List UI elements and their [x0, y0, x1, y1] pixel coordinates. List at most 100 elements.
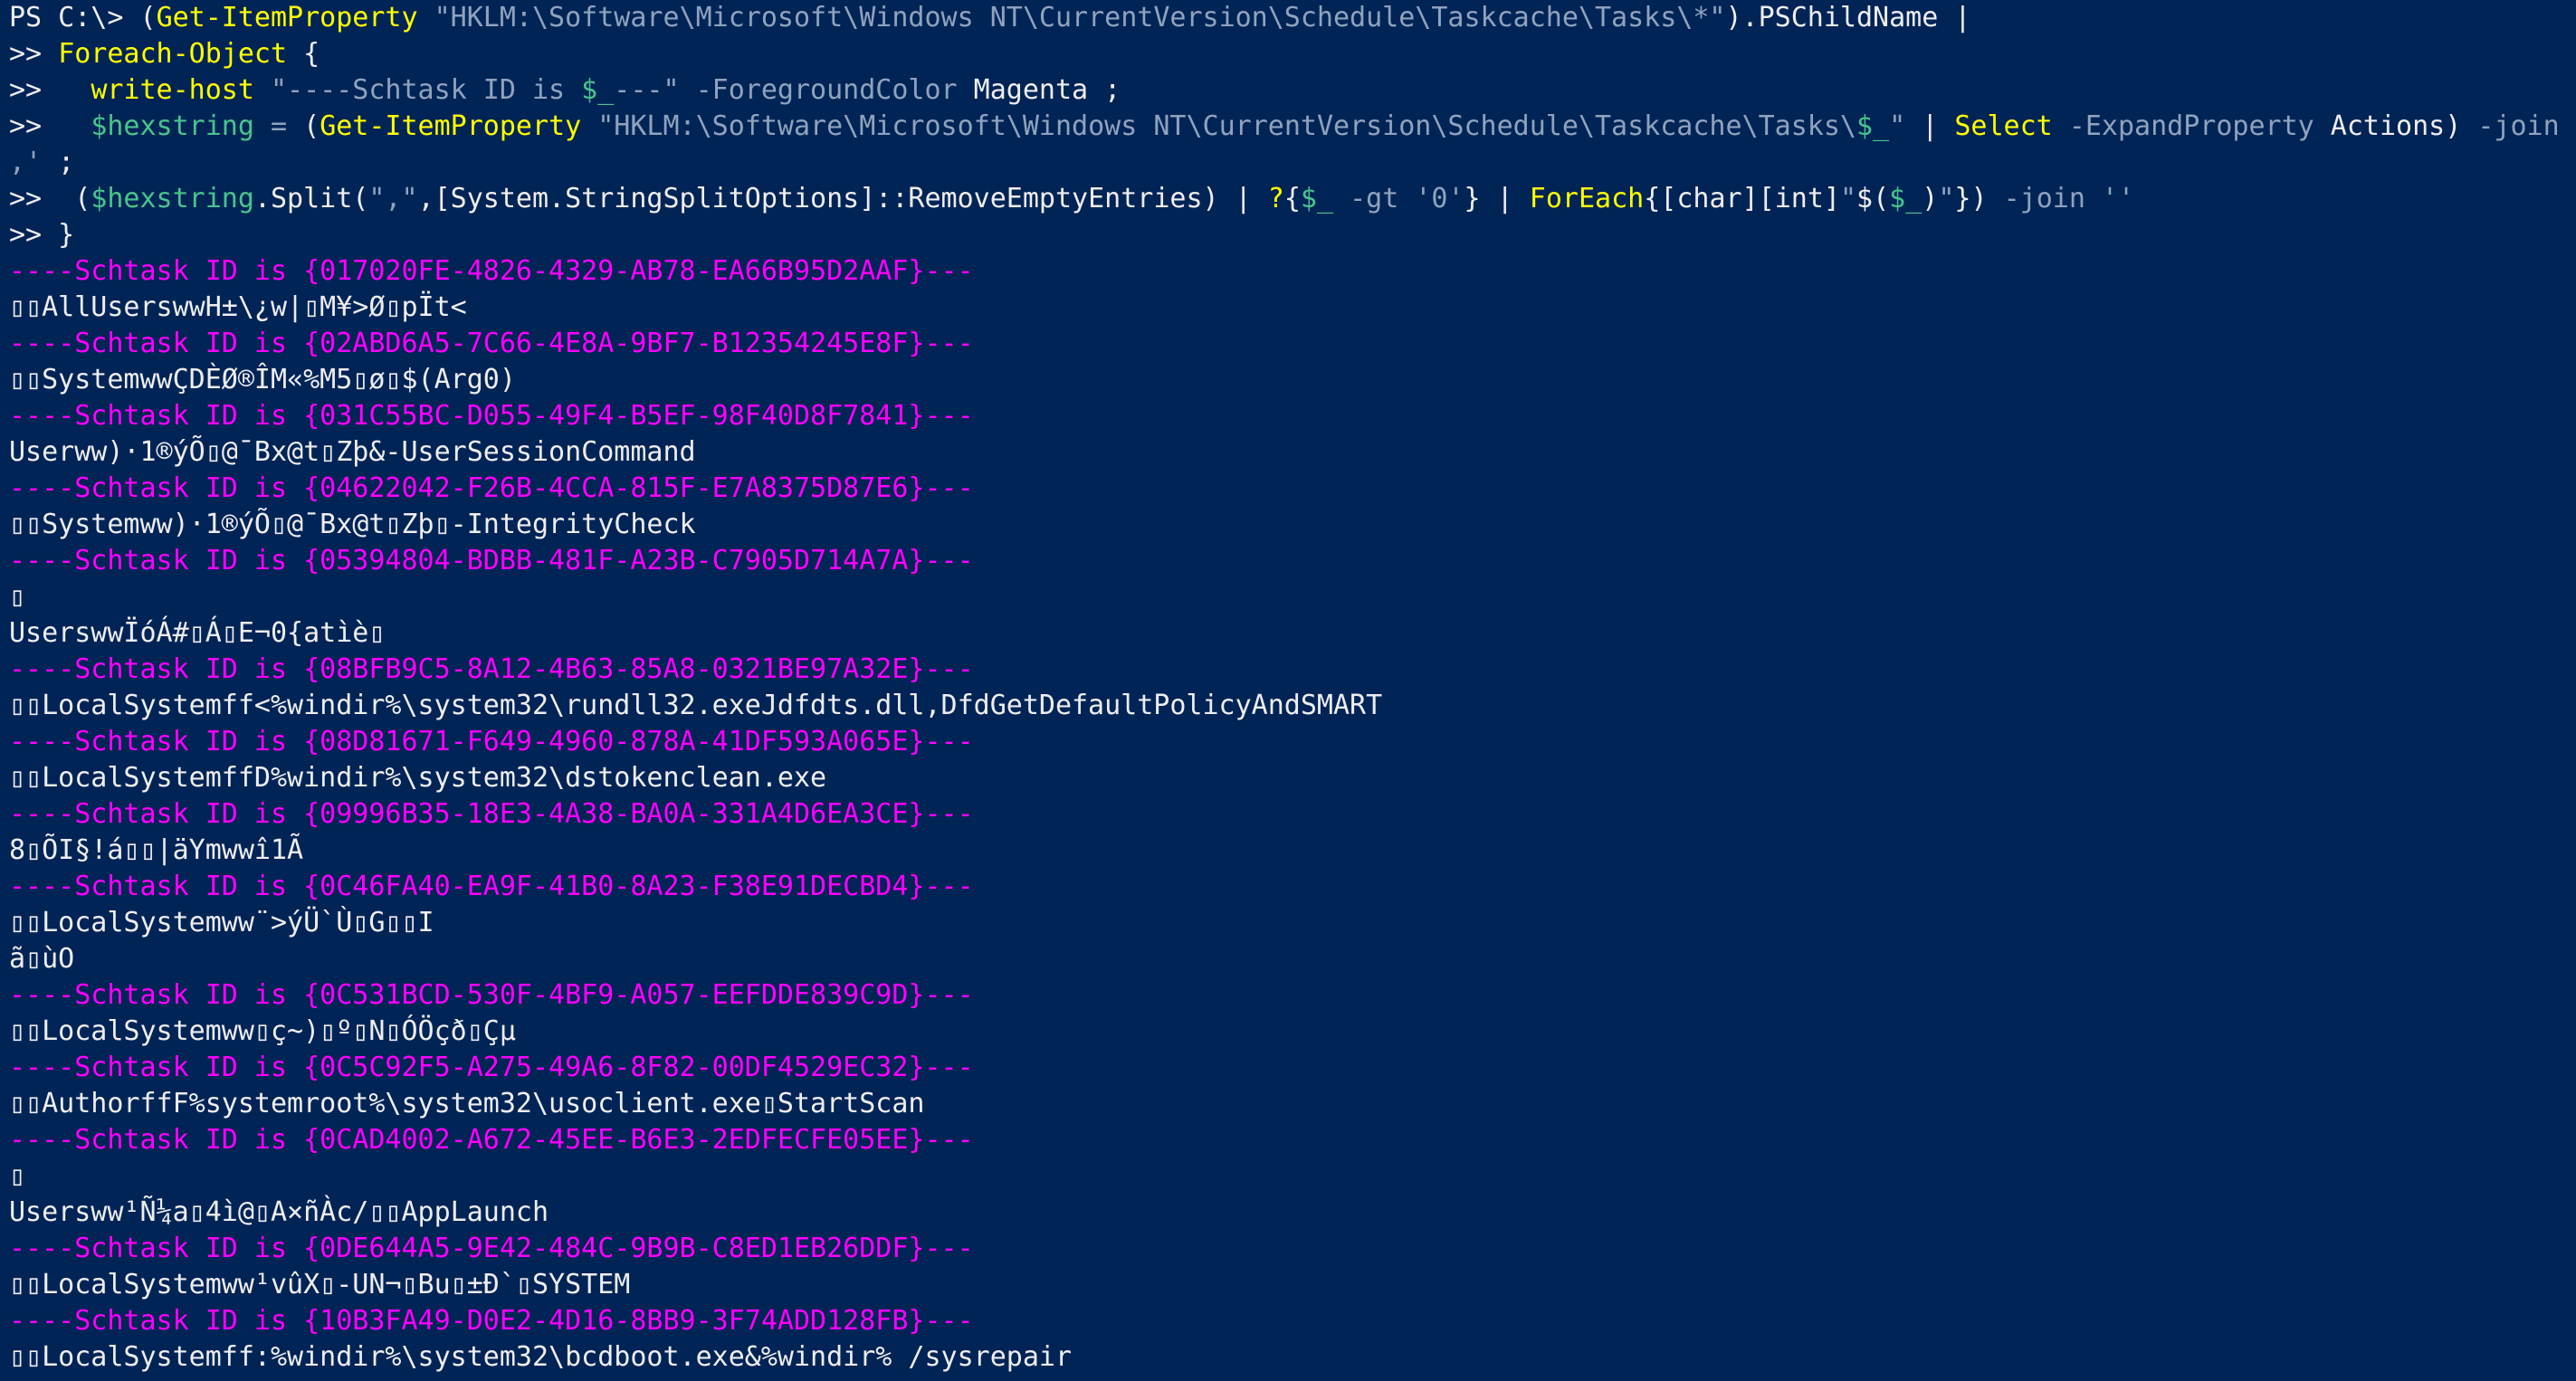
task-id-header: ----Schtask ID is {0C46FA40-EA9F-41B0-8A… — [9, 871, 974, 902]
command-token — [254, 74, 271, 106]
task-id-header: ----Schtask ID is {0CAD4002-A672-45EE-B6… — [9, 1124, 974, 1156]
task-id-header: ----Schtask ID is {0C5C92F5-A275-49A6-8F… — [9, 1052, 974, 1083]
command-token: -ForegroundColor — [695, 74, 958, 106]
command-token: >> — [9, 74, 91, 106]
command-token: '0' — [1415, 183, 1465, 214]
command-line: >> } — [9, 217, 2576, 253]
task-action-output: UserswwÏóÁ#▯Á▯E¬0{atìè▯ — [9, 617, 386, 649]
task-id-header: ----Schtask ID is {0DE644A5-9E42-484C-9B… — [9, 1233, 974, 1264]
command-line: >> write-host "----Schtask ID is $_---" … — [9, 72, 2576, 109]
command-token: ' — [2560, 110, 2576, 142]
task-action-output: ▯ — [9, 581, 26, 613]
command-token: write-host — [91, 74, 254, 106]
command-line: >> Foreach-Object { — [9, 36, 2576, 72]
command-token: ,[System.StringSplitOptions]::RemoveEmpt… — [417, 183, 1268, 214]
command-token: $_ — [1856, 110, 1890, 142]
command-token: '' — [2101, 183, 2135, 214]
task-id-header: ----Schtask ID is {08BFB9C5-8A12-4B63-85… — [9, 653, 974, 685]
command-token: ( — [287, 110, 320, 142]
task-id-header: ----Schtask ID is {02ABD6A5-7C66-4E8A-9B… — [9, 328, 974, 359]
task-id-header: ----Schtask ID is {04622042-F26B-4CCA-81… — [9, 472, 974, 504]
task-action-output: ã▯ùO — [9, 943, 75, 975]
task-id-header: ----Schtask ID is {05394804-BDBB-481F-A2… — [9, 545, 974, 576]
command-token — [581, 110, 597, 142]
command-line: >> $hexstring = (Get-ItemProperty "HKLM:… — [9, 109, 2576, 145]
task-action-output: ▯▯AuthorffF%systemroot%\system32\usoclie… — [9, 1088, 925, 1119]
command-token: -ExpandProperty — [2068, 110, 2314, 142]
command-token: } | — [1464, 183, 1530, 214]
command-token: $hexstring — [91, 110, 254, 142]
command-token: ) — [1922, 183, 1939, 214]
command-token: Foreach-Object — [58, 38, 288, 70]
command-token: | — [1905, 110, 1955, 142]
powershell-console[interactable]: PS C:\> (Get-ItemProperty "HKLM:\Softwar… — [0, 0, 2576, 1381]
task-action-output: ▯▯SystemwwÇDÈØ®ÎM«%M5▯ø▯$(Arg0) — [9, 364, 516, 395]
command-token: Get-ItemProperty — [156, 2, 418, 33]
command-token: >> ( — [9, 183, 91, 214]
command-token: -join — [2003, 183, 2085, 214]
command-token — [254, 110, 271, 142]
command-token: >> — [9, 110, 91, 142]
command-token: ,' — [9, 147, 43, 178]
command-token: Get-ItemProperty — [320, 110, 582, 142]
command-token — [2053, 110, 2069, 142]
command-token: ---" — [614, 74, 680, 106]
command-token: "----Schtask ID is — [271, 74, 582, 106]
command-token: Magenta ; — [957, 74, 1121, 106]
command-token: " — [1839, 183, 1857, 214]
task-action-output: ▯▯LocalSystemffD%windir%\system32\dstoke… — [9, 762, 827, 794]
task-id-header: ----Schtask ID is {0C531BCD-530F-4BF9-A0… — [9, 979, 974, 1011]
command-token: $_ — [1889, 183, 1922, 214]
command-token: { — [287, 38, 320, 70]
command-token: "HKLM:\Software\Microsoft\Windows NT\Cur… — [434, 2, 1726, 33]
task-id-header: ----Schtask ID is {10B3FA49-D0E2-4D16-8B… — [9, 1305, 974, 1337]
command-token: $_ — [581, 74, 615, 106]
command-token — [680, 74, 696, 106]
task-action-output: ▯▯Systemww)·1®ýÕ▯@¯Bx@t▯Zþ▯-IntegrityChe… — [9, 509, 696, 540]
task-action-output: ▯▯LocalSystemff:%windir%\system32\bcdboo… — [9, 1341, 1072, 1373]
task-action-output: ▯▯AllUserswwH±\¿w|▯M¥>Ø▯pÏt< — [9, 291, 467, 323]
task-action-output: ▯▯LocalSystemww¹vûX▯-UN¬▯Bu▯±Ð`▯SYSTEM — [9, 1269, 631, 1300]
command-token: ; — [42, 147, 75, 178]
command-token: ( — [139, 2, 157, 33]
task-action-output: ▯▯LocalSystemww▯ç~)▯º▯N▯ÓÖçð▯Çµ — [9, 1015, 516, 1047]
command-token: "HKLM:\Software\Microsoft\Windows NT\Cur… — [597, 110, 1856, 142]
command-token: " — [1889, 110, 1906, 142]
command-token: { — [1283, 183, 1301, 214]
command-token: $hexstring — [91, 183, 254, 214]
task-action-output: Usersww¹Ñ¼a▯4ì@▯A×ñÀc/▯▯AppLaunch — [9, 1196, 549, 1228]
task-action-output: Userww)·1®ýÕ▯@¯Bx@t▯Zþ&-UserSessionComma… — [9, 436, 696, 468]
command-token: >> } — [9, 219, 75, 251]
command-token: .Split( — [253, 183, 369, 214]
command-token — [2085, 183, 2102, 214]
command-token: >> — [9, 38, 59, 70]
command-token: Actions) — [2314, 110, 2478, 142]
command-token: -join — [2477, 110, 2560, 142]
task-id-header: ----Schtask ID is {017020FE-4826-4329-AB… — [9, 255, 974, 287]
command-token: $( — [1856, 183, 1890, 214]
task-id-header: ----Schtask ID is {09996B35-18E3-4A38-BA… — [9, 798, 974, 830]
command-line: PS C:\> (Get-ItemProperty "HKLM:\Softwar… — [9, 0, 2576, 36]
command-token: -gt — [1350, 183, 1399, 214]
command-line: >> ($hexstring.Split(",",[System.StringS… — [9, 181, 2576, 217]
task-action-output: ▯▯LocalSystemww¨>ýÜ`Ù▯G▯▯I — [9, 907, 434, 938]
command-token: }) — [1954, 183, 2004, 214]
task-id-header: ----Schtask ID is {031C55BC-D055-49F4-B5… — [9, 400, 974, 432]
command-line: ,' ; — [9, 145, 2576, 181]
command-token: PS C:\> — [9, 2, 140, 33]
command-token — [1398, 183, 1415, 214]
command-token — [1333, 183, 1350, 214]
command-token: ForEach — [1529, 183, 1645, 214]
command-token: $_ — [1300, 183, 1334, 214]
command-token: {[char][int] — [1644, 183, 1840, 214]
command-token: " — [1938, 183, 1955, 214]
command-token — [418, 2, 434, 33]
task-action-output: 8▯ÕI§!á▯▯|äYmwwî1Ã — [9, 834, 304, 866]
command-token: ).PSChildName | — [1725, 2, 1971, 33]
command-token: "," — [368, 183, 418, 214]
task-action-output: ▯ — [9, 1160, 26, 1192]
command-token: Select — [1954, 110, 2053, 142]
task-id-header: ----Schtask ID is {08D81671-F649-4960-87… — [9, 726, 974, 757]
command-token: ? — [1267, 183, 1284, 214]
task-action-output: ▯▯LocalSystemff<%windir%\system32\rundll… — [9, 690, 1383, 721]
